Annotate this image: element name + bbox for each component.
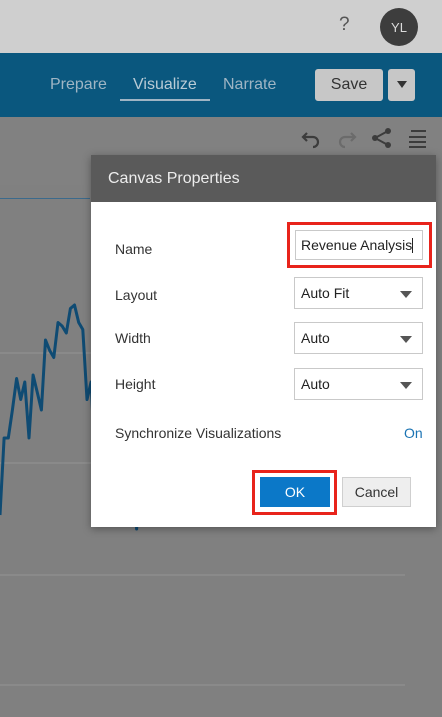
triangle-down-icon (396, 81, 407, 88)
save-menu-button[interactable] (388, 69, 415, 101)
name-input-value: Revenue Analysis (301, 237, 413, 253)
text-caret (412, 238, 414, 253)
width-select-value: Auto (301, 330, 330, 346)
chevron-down-icon (400, 336, 412, 343)
share-icon[interactable] (371, 127, 393, 149)
chevron-down-icon (400, 382, 412, 389)
save-button[interactable]: Save (315, 69, 383, 101)
sync-visualizations-toggle[interactable]: On (404, 425, 423, 441)
height-select-value: Auto (301, 376, 330, 392)
canvas-properties-dialog: Canvas Properties Name Revenue Analysis … (91, 155, 436, 527)
width-label: Width (115, 330, 151, 346)
top-bar: ? YL (0, 0, 442, 53)
redo-icon[interactable] (336, 127, 358, 149)
tab-prepare[interactable]: Prepare (50, 76, 107, 94)
dialog-header: Canvas Properties (91, 155, 436, 202)
sync-visualizations-label: Synchronize Visualizations (115, 425, 282, 441)
name-label: Name (115, 241, 153, 257)
tab-visualize[interactable]: Visualize (133, 76, 197, 94)
user-avatar[interactable]: YL (380, 8, 418, 46)
menu-icon[interactable] (406, 127, 428, 149)
width-select[interactable]: Auto (294, 322, 423, 354)
layout-select[interactable]: Auto Fit (294, 277, 423, 309)
undo-icon[interactable] (300, 127, 322, 149)
active-tab-indicator (120, 99, 210, 101)
cancel-button[interactable]: Cancel (342, 477, 411, 507)
height-label: Height (115, 376, 156, 392)
chevron-down-icon (400, 291, 412, 298)
layout-select-value: Auto Fit (301, 285, 350, 301)
height-select[interactable]: Auto (294, 368, 423, 400)
help-button[interactable]: ? (339, 14, 350, 36)
dialog-title: Canvas Properties (108, 170, 240, 187)
name-input[interactable]: Revenue Analysis (295, 230, 423, 260)
ok-button[interactable]: OK (260, 477, 330, 507)
tab-narrate[interactable]: Narrate (223, 76, 276, 94)
layout-label: Layout (115, 287, 158, 303)
navigation-bar: Prepare Visualize Narrate Save (0, 53, 442, 117)
